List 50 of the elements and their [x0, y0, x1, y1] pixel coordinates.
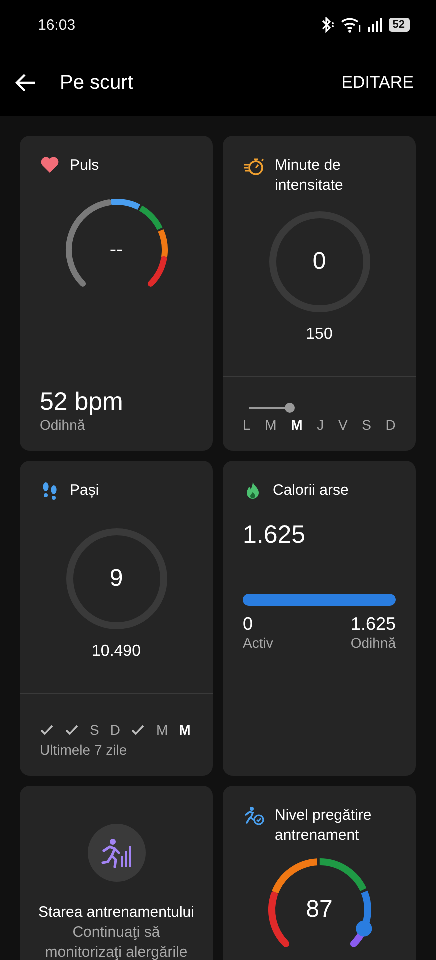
calories-total: 1.625 [243, 521, 307, 550]
heart-icon [40, 156, 60, 174]
card-title: Nivel pregătire antrenament [275, 806, 373, 846]
steps-goal: 10.490 [92, 643, 141, 661]
weekday-label: M [291, 417, 303, 433]
weekday-label: J [317, 417, 324, 433]
runner-check-icon [243, 806, 265, 826]
training-readiness-card[interactable]: Nivel pregătire antrenament 87 [223, 786, 416, 960]
weekday-label: D [386, 417, 396, 433]
weekday-label: S [362, 417, 372, 433]
resting-calories: 1.625 [350, 614, 396, 635]
page-title: Pe scurt [60, 72, 134, 94]
weekday-label: M [265, 417, 277, 433]
footprints-icon [40, 481, 60, 501]
signal-icon [366, 17, 383, 33]
heart-rate-caption: Odihnă [40, 417, 86, 433]
intensity-goal: 150 [306, 326, 333, 344]
card-title: Calorii arse [273, 481, 349, 501]
steps-card[interactable]: Pași 9 10.490 S D M M Ultimele 7 zile [20, 461, 213, 776]
back-arrow-icon[interactable] [14, 73, 36, 93]
stopwatch-icon [243, 156, 265, 176]
weekday-label: L [243, 417, 251, 433]
resting-heart-rate: 52 bpm [40, 388, 124, 417]
status-time: 16:03 [38, 16, 76, 34]
bluetooth-icon [320, 17, 335, 33]
weekday-label: M [156, 722, 168, 738]
battery-indicator: 52 [388, 18, 410, 32]
weekday-label: S [90, 722, 100, 738]
heart-rate-card[interactable]: Puls -- 52 bpm Odihnă [20, 136, 213, 451]
intensity-minutes-value: 0 [312, 250, 326, 274]
card-title: Pași [70, 481, 100, 501]
readiness-value: 87 [306, 898, 333, 922]
wifi-icon [340, 17, 361, 33]
weekday-label: V [338, 417, 348, 433]
active-calories: 0 [243, 614, 254, 635]
card-title: Puls [70, 156, 100, 176]
calories-card[interactable]: Calorii arse 1.625 0 Activ 1.625 Odihnă [223, 461, 416, 776]
steps-caption: Ultimele 7 zile [40, 742, 128, 758]
heart-rate-value: -- [110, 240, 124, 260]
resting-label: Odihnă [350, 635, 396, 651]
active-label: Activ [243, 635, 274, 651]
weekday-label: M [179, 722, 191, 738]
steps-value: 9 [110, 567, 124, 591]
training-status-card[interactable]: Starea antrenamentului Continuaţi să monitorizaţi alergările [20, 786, 213, 960]
training-status-title: Starea antrenamentului [38, 904, 194, 921]
weekday-label: D [110, 722, 120, 738]
training-status-text: Continuaţi să monitorizaţi alergările [44, 923, 189, 960]
intensity-card[interactable]: Minute de intensitate 0 150 L M M J V S D [223, 136, 416, 451]
edit-button[interactable]: EDITARE [340, 69, 416, 97]
card-title: Minute de intensitate [275, 156, 344, 196]
